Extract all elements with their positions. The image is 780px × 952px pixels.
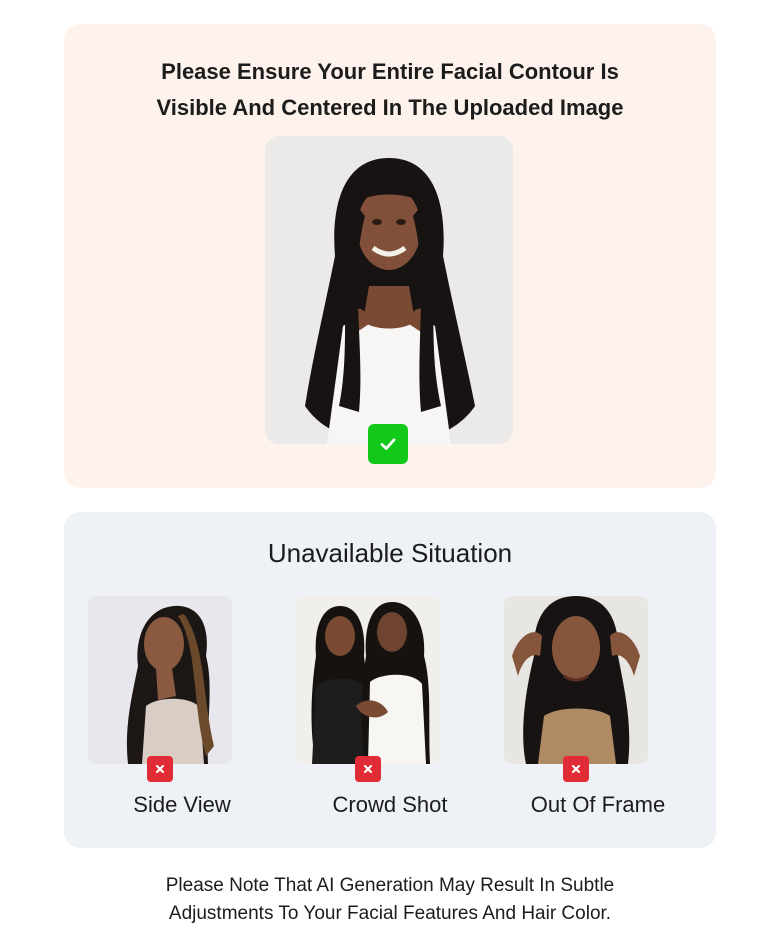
example-photo-out-of-frame	[504, 596, 648, 764]
unavailable-item-side-view: Side View	[64, 596, 264, 826]
unavailable-item-out-of-frame: Out Of Frame	[480, 596, 680, 826]
valid-photo-card: Please Ensure Your Entire Facial Contour…	[64, 24, 716, 488]
disclaimer-note: Please Note That AI Generation May Resul…	[165, 875, 615, 924]
invalid-badge	[147, 756, 173, 782]
example-photo-front	[265, 136, 513, 444]
close-icon	[363, 764, 373, 774]
unavailable-label: Out Of Frame	[530, 792, 666, 817]
example-photo-crowd-shot	[296, 596, 440, 764]
valid-badge	[368, 424, 408, 464]
invalid-badge	[355, 756, 381, 782]
unavailable-title: Unavailable Situation	[267, 538, 513, 568]
unavailable-card: Unavailable Situation Side View Crowd Sh…	[64, 512, 716, 848]
unavailable-label: Side View	[133, 792, 231, 817]
check-icon	[380, 438, 396, 450]
unavailable-label: Crowd Shot	[332, 792, 448, 817]
unavailable-item-crowd-shot: Crowd Shot	[272, 596, 472, 826]
example-photo-side-view	[88, 596, 232, 764]
close-icon	[571, 764, 581, 774]
requirement-title: Please Ensure Your Entire Facial Contour…	[156, 59, 624, 120]
close-icon	[155, 764, 165, 774]
invalid-badge	[563, 756, 589, 782]
